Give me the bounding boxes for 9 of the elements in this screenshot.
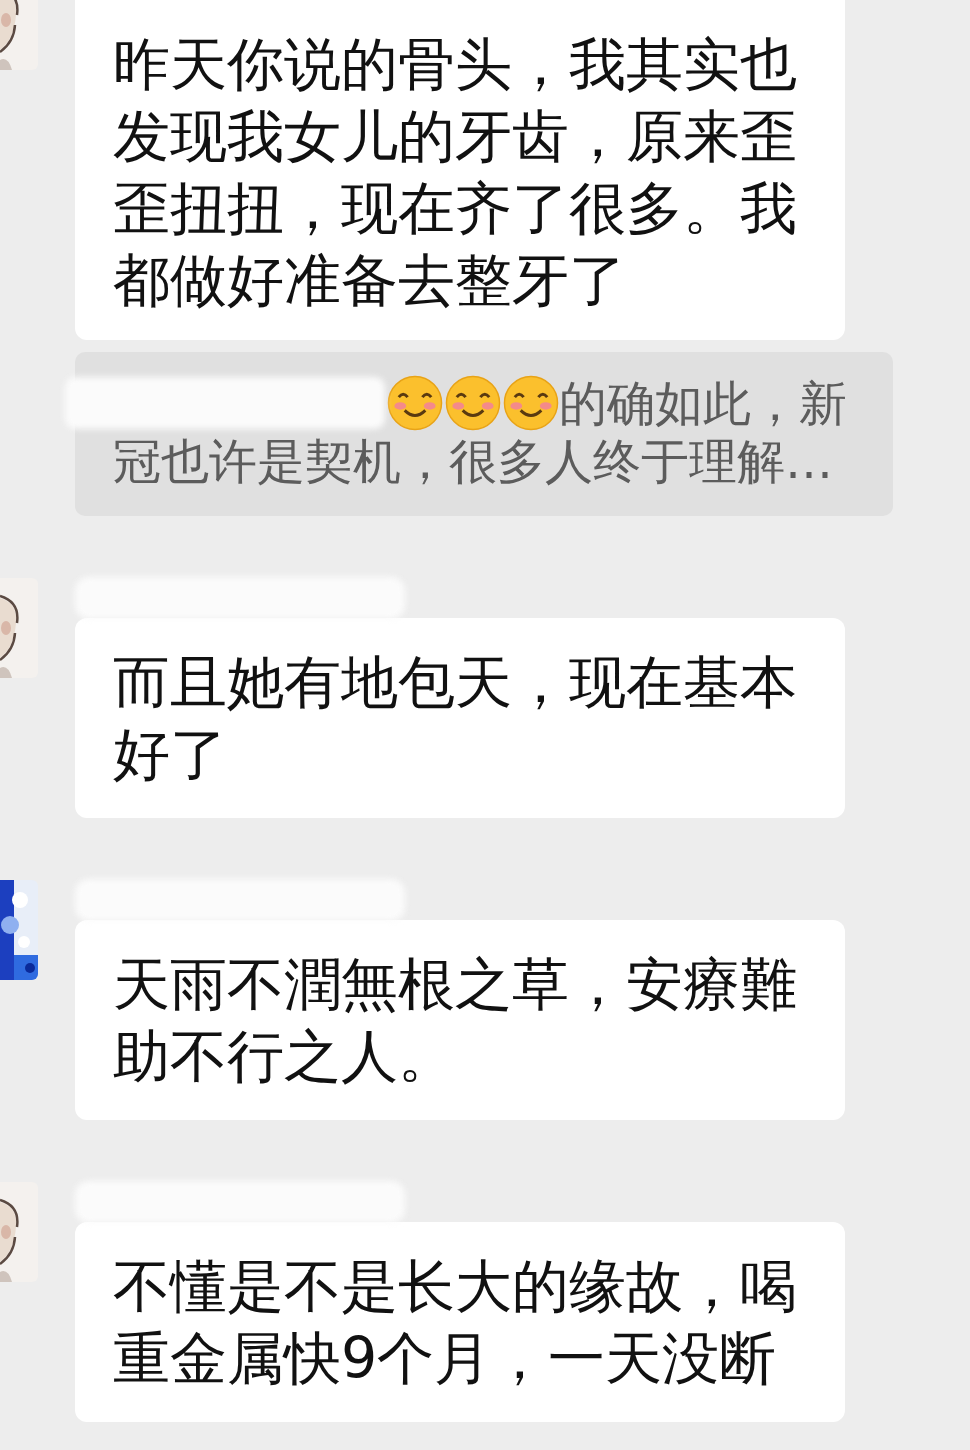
quote-text: 的确如此，新 bbox=[559, 374, 847, 432]
smiling-face-icon bbox=[503, 375, 559, 431]
quote-text: 冠也许是契机，很多人终于理解… bbox=[113, 432, 833, 490]
smiling-face-icon bbox=[445, 375, 501, 431]
message-text: 不懂是不是长大的缘故，喝重金属快9个月，一天没断 bbox=[113, 1252, 798, 1393]
smiling-face-icon bbox=[387, 375, 443, 431]
message-text: 昨天你说的骨头，我其实也发现我女儿的牙齿，原来歪歪扭扭，现在齐了很多。我都做好准备去整牙了 bbox=[113, 30, 798, 315]
message-text: 天雨不潤無根之草，安療難助不行之人。 bbox=[113, 950, 798, 1091]
message-text: 而且她有地包天，现在基本好了 bbox=[113, 648, 798, 789]
